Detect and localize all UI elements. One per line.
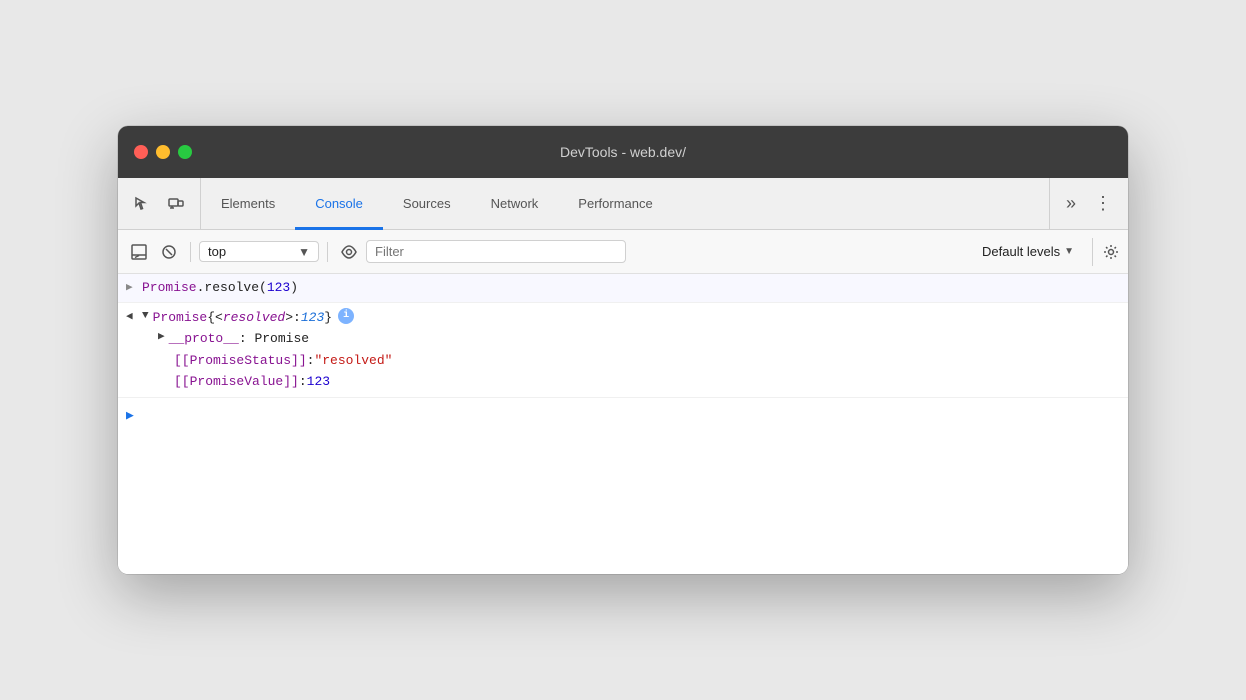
promise-label: Promise xyxy=(153,308,208,328)
tabs: Elements Console Sources Network Perform… xyxy=(201,178,1049,229)
promise-status-colon: : xyxy=(307,351,315,371)
tabbar-icons xyxy=(118,178,201,229)
close-button[interactable] xyxy=(134,145,148,159)
window-title: DevTools - web.dev/ xyxy=(560,144,686,160)
titlebar: DevTools - web.dev/ xyxy=(118,126,1128,178)
input-expand-arrow[interactable]: ▶ xyxy=(126,278,138,297)
proto-key: __proto__ xyxy=(169,329,239,349)
console-input-row: ▶ Promise.resolve(123) xyxy=(118,274,1128,303)
proto-colon-value: : Promise xyxy=(239,329,309,349)
tab-network[interactable]: Network xyxy=(471,179,559,230)
promise-value-header: 123 xyxy=(301,308,324,328)
levels-label: Default levels xyxy=(982,244,1060,259)
tabbar-right: » ⋮ xyxy=(1049,178,1128,229)
promise-brace-close: } xyxy=(324,308,332,328)
promise-status-value: "resolved" xyxy=(314,351,392,371)
promise-header-row: ▼ Promise {<resolved>: 123} i xyxy=(142,307,1120,329)
toolbar-divider-1 xyxy=(190,242,191,262)
promise-value-key: [[PromiseValue]] xyxy=(174,372,299,392)
filter-input[interactable] xyxy=(366,240,626,263)
more-tabs-button[interactable]: » xyxy=(1060,189,1082,218)
resolve-arg: 123 xyxy=(267,280,290,295)
console-output: ▶ Promise.resolve(123) ◀ ▼ Promise {<res… xyxy=(118,274,1128,574)
clear-console-button[interactable] xyxy=(156,239,182,265)
promise-value-num: 123 xyxy=(307,372,330,392)
context-selector[interactable]: top ▼ xyxy=(199,241,319,262)
live-expressions-button[interactable] xyxy=(336,239,362,265)
proto-expand-arrow[interactable]: ▶ xyxy=(158,329,165,346)
promise-status-key: [[PromiseStatus]] xyxy=(174,351,307,371)
info-badge[interactable]: i xyxy=(338,308,354,324)
traffic-lights xyxy=(134,145,192,159)
console-toolbar: top ▼ Default levels ▼ xyxy=(118,230,1128,274)
devtools-menu-button[interactable]: ⋮ xyxy=(1088,189,1118,218)
output-collapse-arrow[interactable]: ◀ xyxy=(126,307,138,326)
levels-arrow-icon: ▼ xyxy=(1064,246,1074,257)
tab-elements[interactable]: Elements xyxy=(201,179,295,230)
promise-value-row: [[PromiseValue]] : 123 xyxy=(158,371,1120,393)
promise-keyword: Promise xyxy=(142,280,197,295)
maximize-button[interactable] xyxy=(178,145,192,159)
close-paren: ) xyxy=(290,280,298,295)
tab-performance[interactable]: Performance xyxy=(558,179,672,230)
promise-brace-open: {<resolved>: xyxy=(207,308,301,328)
proto-row: ▶ __proto__ : Promise xyxy=(158,328,1120,350)
prompt-arrow: ▶ xyxy=(126,404,138,426)
promise-status-row: [[PromiseStatus]] : "resolved" xyxy=(158,350,1120,372)
tab-console[interactable]: Console xyxy=(295,179,383,230)
console-settings-button[interactable] xyxy=(1092,238,1120,266)
log-levels-button[interactable]: Default levels ▼ xyxy=(972,242,1084,261)
console-output-row: ◀ ▼ Promise {<resolved>: 123} i ▶ __prot… xyxy=(118,303,1128,398)
promise-output: ▼ Promise {<resolved>: 123} i ▶ __proto_… xyxy=(142,307,1120,393)
promise-expand-inner[interactable]: ▼ xyxy=(142,308,149,325)
tab-sources[interactable]: Sources xyxy=(383,179,471,230)
context-arrow: ▼ xyxy=(298,245,310,259)
console-prompt-row[interactable]: ▶ xyxy=(118,398,1128,432)
devtools-window: DevTools - web.dev/ Elements xyxy=(118,126,1128,574)
context-value: top xyxy=(208,244,226,259)
device-toolbar-button[interactable] xyxy=(162,190,190,218)
console-input-content: Promise.resolve(123) xyxy=(142,278,1120,298)
dot-resolve: .resolve( xyxy=(197,280,267,295)
promise-value-colon: : xyxy=(299,372,307,392)
minimize-button[interactable] xyxy=(156,145,170,159)
inspect-element-button[interactable] xyxy=(128,190,156,218)
show-drawer-button[interactable] xyxy=(126,239,152,265)
tabbar: Elements Console Sources Network Perform… xyxy=(118,178,1128,230)
toolbar-divider-2 xyxy=(327,242,328,262)
